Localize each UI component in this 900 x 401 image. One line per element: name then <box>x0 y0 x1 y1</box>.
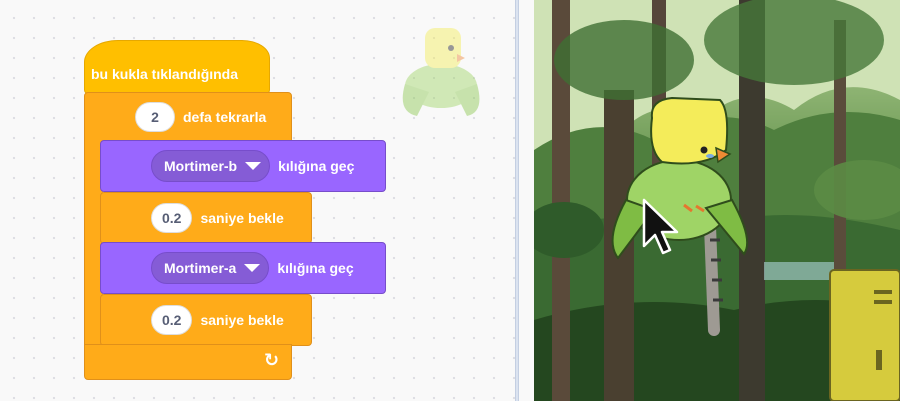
panel-divider <box>515 0 519 401</box>
wait-block[interactable]: 0.2 saniye bekle <box>100 294 312 346</box>
costume-dropdown-value: Mortimer-a <box>164 260 237 276</box>
costume-dropdown[interactable]: Mortimer-b <box>151 150 271 182</box>
mouse-pointer-icon <box>642 198 679 255</box>
repeat-block-bottom <box>84 344 292 380</box>
switch-costume-block[interactable]: Mortimer-a kılığına geç <box>100 242 386 294</box>
sprite-drag-preview <box>402 28 480 116</box>
wait-block[interactable]: 0.2 saniye bekle <box>100 192 312 244</box>
hat-block-label: bu kukla tıklandığında <box>91 66 239 82</box>
switch-costume-label: kılığına geç <box>277 260 354 276</box>
switch-costume-label: kılığına geç <box>278 158 355 174</box>
wait-block-label: saniye bekle <box>200 210 284 226</box>
repeat-count-input[interactable]: 2 <box>135 102 175 132</box>
repeat-block[interactable]: 2 defa tekrarla <box>84 92 292 142</box>
chevron-down-icon <box>245 162 262 170</box>
wait-seconds-input[interactable]: 0.2 <box>151 305 193 335</box>
costume-dropdown-value: Mortimer-b <box>164 158 238 174</box>
stage[interactable] <box>534 0 900 401</box>
loop-arrow-icon: ↻ <box>264 350 280 370</box>
repeat-block-label: defa tekrarla <box>183 109 267 125</box>
wait-seconds-input[interactable]: 0.2 <box>151 203 193 233</box>
costume-dropdown[interactable]: Mortimer-a <box>151 252 270 284</box>
wait-block-label: saniye bekle <box>200 312 284 328</box>
chevron-down-icon <box>244 264 261 272</box>
when-sprite-clicked-hat-block[interactable]: bu kukla tıklandığında <box>84 40 270 94</box>
switch-costume-block[interactable]: Mortimer-b kılığına geç <box>100 140 386 192</box>
